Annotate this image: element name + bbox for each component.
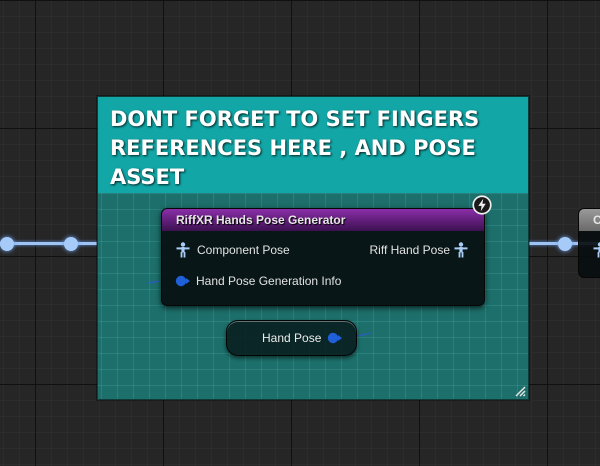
variable-label: Hand Pose xyxy=(262,331,322,345)
object-pin-icon[interactable] xyxy=(327,332,343,344)
function-node[interactable]: RiffXR Hands Pose Generator Component Po… xyxy=(161,208,485,306)
input-pin-label: Hand Pose Generation Info xyxy=(196,274,342,288)
hand-pose-variable-node[interactable]: Hand Pose xyxy=(226,320,357,356)
clock-icon xyxy=(472,195,492,215)
pose-figure-icon[interactable] xyxy=(176,242,190,258)
input-pin-label: Component Pose xyxy=(197,243,290,257)
pose-figure-icon[interactable] xyxy=(454,242,468,258)
pose-figure-icon[interactable] xyxy=(593,242,600,258)
offscreen-node[interactable]: C xyxy=(578,208,600,278)
node-header[interactable]: RiffXR Hands Pose Generator xyxy=(162,209,484,231)
node-header[interactable]: C xyxy=(579,209,600,231)
output-pin-label: Riff Hand Pose xyxy=(369,243,451,257)
node-title: RiffXR Hands Pose Generator xyxy=(176,213,346,227)
object-pin-icon[interactable] xyxy=(175,275,191,287)
node-title: C xyxy=(593,213,600,227)
